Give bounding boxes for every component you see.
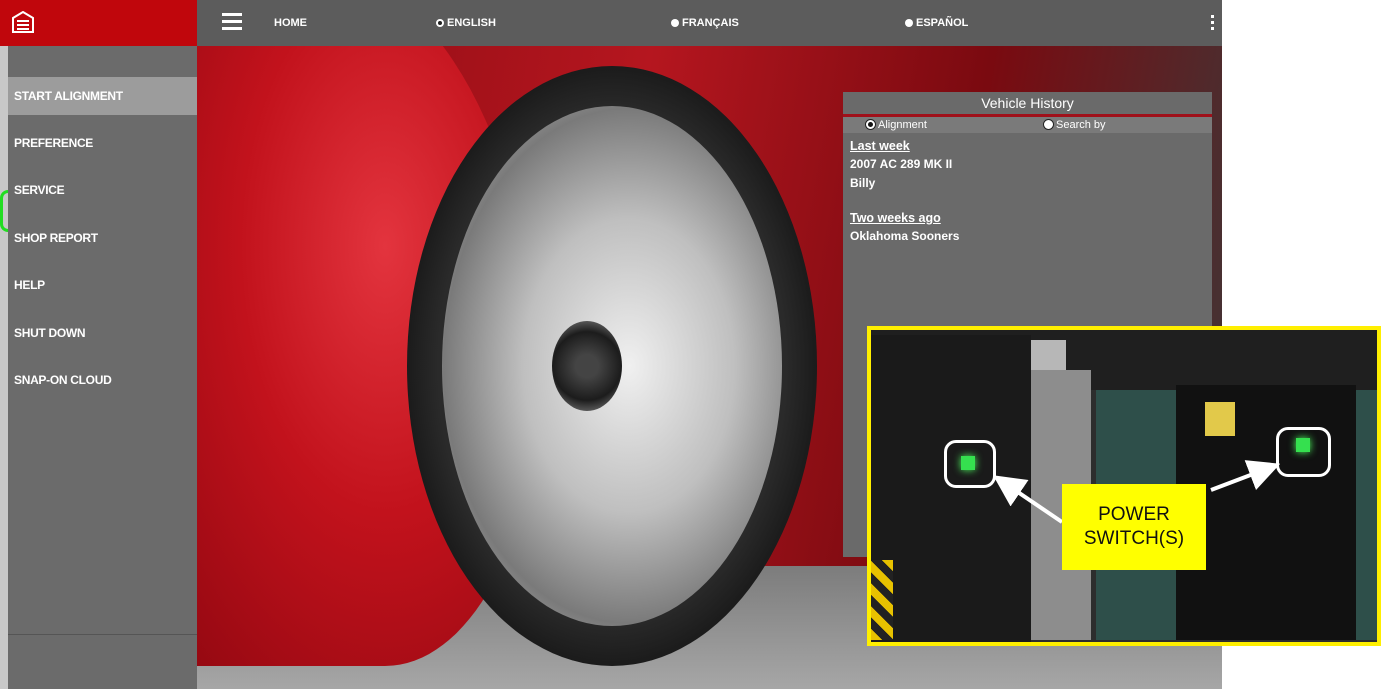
filter-label: Search by <box>1056 119 1106 131</box>
sidebar-item-shop-report[interactable]: SHOP REPORT <box>8 219 197 257</box>
language-label: ENGLISH <box>447 17 496 29</box>
sidebar-item-help[interactable]: HELP <box>8 266 197 304</box>
garage-icon <box>12 11 34 33</box>
sidebar-edge <box>0 46 8 689</box>
history-filter: Alignment Search by <box>843 117 1212 133</box>
history-customer: Oklahoma Sooners <box>850 229 960 243</box>
power-switch-photo: POWER SWITCH(S) <box>867 326 1381 646</box>
sidebar: START ALIGNMENT PREFERENCE SERVICE SHOP … <box>0 46 197 689</box>
filter-label: Alignment <box>878 119 927 131</box>
radio-icon <box>1043 119 1054 130</box>
history-vehicle: 2007 AC 289 MK II <box>850 157 953 171</box>
history-date-link[interactable]: Two weeks ago <box>850 209 1205 227</box>
callout-line: SWITCH(S) <box>1083 528 1185 549</box>
history-customer: Billy <box>850 176 876 190</box>
sidebar-item-snap-on-cloud[interactable]: SNAP-ON CLOUD <box>8 361 197 399</box>
filter-option-alignment[interactable]: Alignment <box>865 119 927 131</box>
sidebar-item-start-alignment[interactable]: START ALIGNMENT <box>8 77 197 115</box>
top-bar: HOME ENGLISH FRANÇAIS ESPAÑOL <box>197 0 1222 46</box>
language-label: ESPAÑOL <box>916 17 969 29</box>
filter-option-search-by[interactable]: Search by <box>1043 119 1106 131</box>
radio-icon <box>671 19 679 27</box>
home-link[interactable]: HOME <box>274 17 307 29</box>
radio-icon <box>905 19 913 27</box>
sidebar-item-shut-down[interactable]: SHUT DOWN <box>8 314 197 352</box>
logo[interactable] <box>0 0 197 46</box>
sidebar-divider <box>8 634 197 635</box>
kebab-menu-icon[interactable] <box>1211 15 1214 33</box>
sidebar-item-service[interactable]: SERVICE <box>8 171 197 209</box>
sidebar-item-preference[interactable]: PREFERENCE <box>8 124 197 162</box>
language-option-french[interactable]: FRANÇAIS <box>671 17 739 29</box>
language-option-spanish[interactable]: ESPAÑOL <box>905 17 968 29</box>
power-switch-callout: POWER SWITCH(S) <box>1062 484 1206 570</box>
highlight-marker <box>0 190 8 232</box>
history-date-link[interactable]: Last week <box>850 137 1205 155</box>
radio-selected-icon <box>436 19 444 27</box>
callout-line: POWER <box>1098 504 1170 525</box>
hamburger-menu-icon[interactable] <box>222 13 242 34</box>
radio-selected-icon <box>865 119 876 130</box>
language-option-english[interactable]: ENGLISH <box>436 17 496 29</box>
vehicle-history-title: Vehicle History <box>843 92 1212 114</box>
wheel-hub <box>552 321 622 411</box>
history-list: Last week 2007 AC 289 MK II Billy Two we… <box>843 133 1212 250</box>
language-label: FRANÇAIS <box>682 17 739 29</box>
